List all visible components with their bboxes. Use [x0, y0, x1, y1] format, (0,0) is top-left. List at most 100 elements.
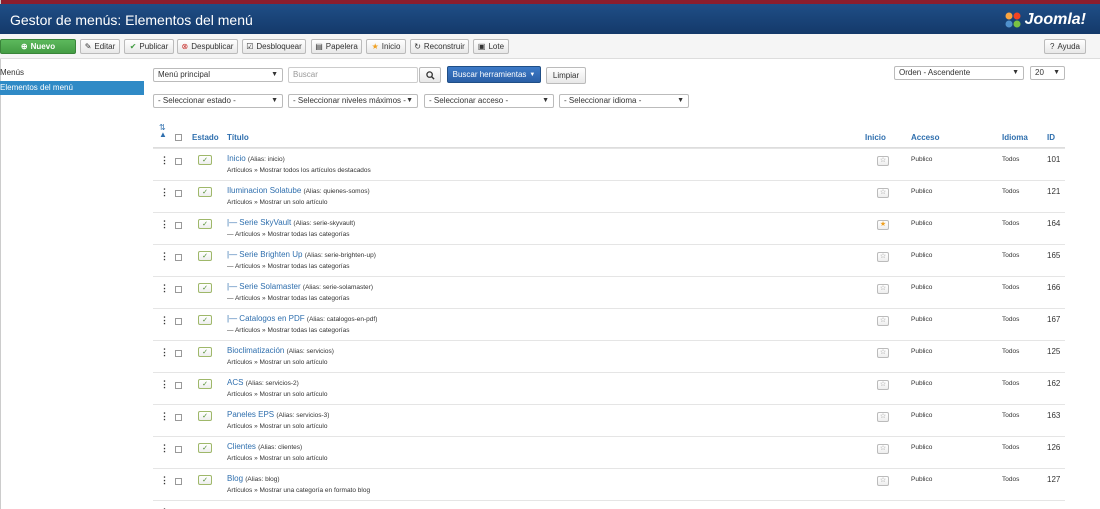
row-checkbox[interactable]: [175, 158, 182, 165]
star-icon: ★: [371, 42, 379, 51]
published-check-icon[interactable]: ✓: [198, 411, 212, 421]
drag-handle-icon[interactable]: ⋮: [160, 283, 169, 294]
unlock-button[interactable]: ☑ Desbloquear: [242, 39, 306, 54]
drag-handle-icon[interactable]: ⋮: [160, 475, 169, 486]
row-checkbox[interactable]: [175, 318, 182, 325]
row-checkbox[interactable]: [175, 286, 182, 293]
item-title-link[interactable]: Clientes: [227, 442, 256, 451]
row-checkbox[interactable]: [175, 254, 182, 261]
header-title[interactable]: Título: [227, 133, 249, 142]
item-title-link[interactable]: ACS: [227, 378, 243, 387]
search-button[interactable]: [419, 67, 441, 83]
item-title-link[interactable]: Inicio: [227, 154, 246, 163]
drag-handle-icon[interactable]: ⋮: [160, 219, 169, 230]
star-outline-icon[interactable]: ☆: [877, 444, 889, 454]
item-title-link[interactable]: |— Catalogos en PDF: [227, 314, 305, 323]
drag-handle-icon[interactable]: ⋮: [160, 315, 169, 326]
item-language: Todos: [1002, 188, 1020, 195]
access-select[interactable]: - Seleccionar acceso - ▼: [424, 94, 554, 108]
limit-select[interactable]: 20 ▼: [1030, 66, 1065, 80]
search-tools-button[interactable]: Buscar herramientas ▼: [447, 66, 541, 83]
item-title-link[interactable]: Bioclimatización: [227, 346, 284, 355]
help-button[interactable]: ? Ayuda: [1044, 39, 1086, 54]
drag-handle-icon[interactable]: ⋮: [160, 155, 169, 166]
item-title-link[interactable]: |— Serie Brighten Up: [227, 250, 302, 259]
item-language: Todos: [1002, 284, 1020, 291]
star-outline-icon[interactable]: ☆: [877, 476, 889, 486]
drag-handle-icon[interactable]: ⋮: [160, 443, 169, 454]
published-check-icon[interactable]: ✓: [198, 155, 212, 165]
star-outline-icon[interactable]: ☆: [877, 188, 889, 198]
row-checkbox[interactable]: [175, 190, 182, 197]
level-select[interactable]: - Seleccionar niveles máximos - ▼: [288, 94, 418, 108]
published-check-icon[interactable]: ✓: [198, 283, 212, 293]
header-access[interactable]: Acceso: [911, 133, 939, 142]
item-title-link[interactable]: Iluminacion Solatube: [227, 186, 301, 195]
search-input[interactable]: Buscar: [288, 67, 418, 83]
sort-order-icon[interactable]: ⇅ ▲: [159, 124, 167, 139]
header-id[interactable]: ID: [1047, 133, 1055, 142]
item-access: Publico: [911, 444, 933, 451]
chevron-down-icon: ▼: [406, 97, 413, 104]
edit-button[interactable]: ✎ Editar: [80, 39, 120, 54]
language-select[interactable]: - Seleccionar idioma - ▼: [559, 94, 689, 108]
rebuild-button[interactable]: ↻ Reconstruir: [410, 39, 469, 54]
batch-button[interactable]: ▣ Lote: [473, 39, 509, 54]
row-checkbox[interactable]: [175, 414, 182, 421]
item-type: Artículos » Mostrar un solo artículo: [227, 391, 328, 398]
item-language: Todos: [1002, 156, 1020, 163]
sidebar-item-menus[interactable]: Menús: [0, 66, 144, 80]
drag-handle-icon[interactable]: ⋮: [160, 187, 169, 198]
drag-handle-icon[interactable]: ⋮: [160, 347, 169, 358]
table-row: ⋮ ✓ Paneles EPS (Alias: servicios-3) Artícu…: [153, 404, 1065, 436]
star-outline-icon[interactable]: ☆: [877, 316, 889, 326]
sidebar-item-menu-items[interactable]: Elementos del menú: [0, 81, 144, 95]
item-title-link[interactable]: |— Serie SkyVault: [227, 218, 291, 227]
published-check-icon[interactable]: ✓: [198, 443, 212, 453]
trash-button[interactable]: ▤ Papelera: [311, 39, 362, 54]
published-check-icon[interactable]: ✓: [198, 219, 212, 229]
published-check-icon[interactable]: ✓: [198, 347, 212, 357]
published-check-icon[interactable]: ✓: [198, 475, 212, 485]
row-checkbox[interactable]: [175, 478, 182, 485]
star-outline-icon[interactable]: ☆: [877, 412, 889, 422]
joomla-logo[interactable]: Joomla!: [1003, 10, 1086, 30]
row-checkbox[interactable]: [175, 446, 182, 453]
header-status[interactable]: Estado: [192, 133, 219, 142]
order-select[interactable]: Orden - Ascendente ▼: [894, 66, 1024, 80]
unpublish-button[interactable]: ⊗ Despublicar: [177, 39, 238, 54]
star-outline-icon[interactable]: ☆: [877, 348, 889, 358]
item-alias: (Alias: serie-skyvault): [293, 220, 356, 227]
page-title: Gestor de menús: Elementos del menú: [10, 12, 253, 28]
item-type: Artículos » Mostrar una categoría en for…: [227, 487, 371, 494]
item-id: 101: [1047, 155, 1061, 164]
drag-handle-icon[interactable]: ⋮: [160, 379, 169, 390]
published-check-icon[interactable]: ✓: [198, 315, 212, 325]
header-home[interactable]: Inicio: [865, 133, 886, 142]
item-title-link[interactable]: Paneles EPS: [227, 410, 274, 419]
menu-select[interactable]: Menú principal ▼: [153, 68, 283, 82]
published-check-icon[interactable]: ✓: [198, 251, 212, 261]
drag-handle-icon[interactable]: ⋮: [160, 251, 169, 262]
state-select[interactable]: - Seleccionar estado - ▼: [153, 94, 283, 108]
star-outline-icon[interactable]: ☆: [877, 252, 889, 262]
new-button[interactable]: ⊕ Nuevo: [0, 39, 76, 54]
published-check-icon[interactable]: ✓: [198, 187, 212, 197]
published-check-icon[interactable]: ✓: [198, 379, 212, 389]
publish-button[interactable]: ✔ Publicar: [124, 39, 174, 54]
drag-handle-icon[interactable]: ⋮: [160, 411, 169, 422]
star-outline-icon[interactable]: ☆: [877, 380, 889, 390]
header-language[interactable]: Idioma: [1002, 133, 1028, 142]
clear-button[interactable]: Limpiar: [546, 67, 586, 84]
select-all-checkbox[interactable]: [175, 134, 182, 141]
home-button[interactable]: ★ Inicio: [366, 39, 406, 54]
item-alias: (Alias: serie-brighten-up): [304, 252, 376, 259]
row-checkbox[interactable]: [175, 350, 182, 357]
star-outline-icon[interactable]: ☆: [877, 156, 889, 166]
star-outline-icon[interactable]: ☆: [877, 284, 889, 294]
row-checkbox[interactable]: [175, 222, 182, 229]
item-title-link[interactable]: Blog: [227, 474, 243, 483]
default-star-icon[interactable]: ★: [877, 220, 889, 230]
item-title-link[interactable]: |— Serie Solamaster: [227, 282, 301, 291]
row-checkbox[interactable]: [175, 382, 182, 389]
